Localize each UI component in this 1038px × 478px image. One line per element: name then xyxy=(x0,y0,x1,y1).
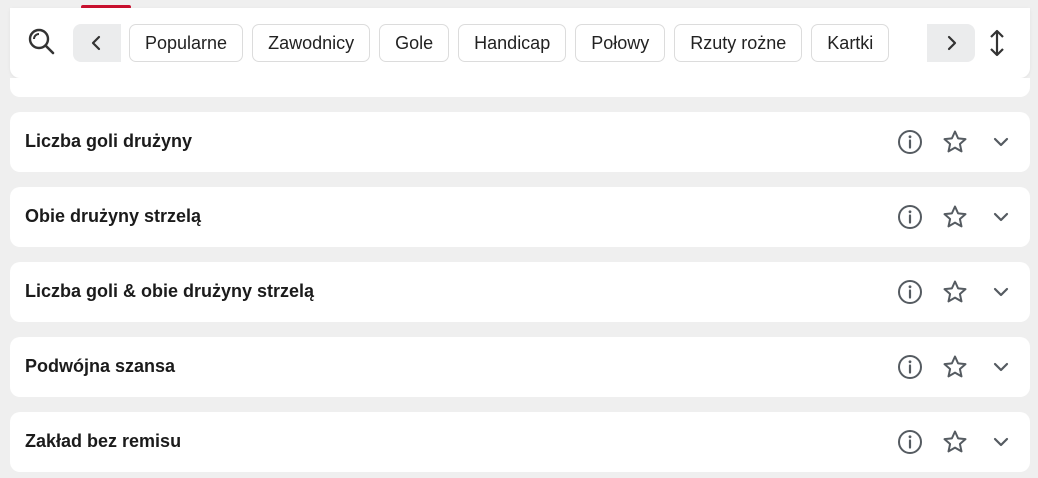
filter-chip[interactable]: Kartki xyxy=(811,24,890,62)
chevron-down-icon[interactable] xyxy=(988,354,1014,380)
market-row[interactable]: Zakład bez remisu xyxy=(10,412,1030,472)
star-icon[interactable] xyxy=(942,429,968,455)
chevron-left-icon xyxy=(91,35,101,51)
filter-chip[interactable]: Handicap xyxy=(458,24,567,62)
market-title: Zakład bez remisu xyxy=(25,431,182,451)
market-row[interactable]: Obie drużyny strzelą xyxy=(10,187,1030,247)
market-title: Liczba goli drużyny xyxy=(25,131,193,151)
search-button[interactable] xyxy=(26,24,56,58)
filter-chip[interactable]: Połowy xyxy=(575,24,666,62)
chevron-down-icon[interactable] xyxy=(988,204,1014,230)
chips-scroll-left-button[interactable] xyxy=(73,24,121,62)
filter-chip[interactable]: Zawodnicy xyxy=(252,24,371,62)
market-row[interactable]: Podwójna szansa xyxy=(10,337,1030,397)
search-icon xyxy=(28,28,55,55)
star-icon[interactable] xyxy=(942,204,968,230)
market-filter-bar: Popularne Zawodnicy Gole Handicap Połowy Rzut… xyxy=(10,8,1030,78)
filter-chips: Popularne Zawodnicy Gole Handicap Połowy Rzut… xyxy=(129,24,927,62)
info-icon[interactable] xyxy=(897,129,923,155)
info-icon[interactable] xyxy=(897,429,923,455)
chevron-down-icon[interactable] xyxy=(988,429,1014,455)
filter-chip[interactable]: Gole xyxy=(379,24,450,62)
star-icon[interactable] xyxy=(942,129,968,155)
filter-chip[interactable]: Popularne xyxy=(129,24,244,62)
collapsed-market-edge xyxy=(10,78,1030,97)
top-strip xyxy=(0,0,1038,8)
market-title: Liczba goli & obie drużyny strzelą xyxy=(25,281,315,301)
info-icon[interactable] xyxy=(897,354,923,380)
star-icon[interactable] xyxy=(942,279,968,305)
info-icon[interactable] xyxy=(897,279,923,305)
market-row[interactable]: Liczba goli & obie drużyny strzelą xyxy=(10,262,1030,322)
chevron-down-icon[interactable] xyxy=(988,129,1014,155)
market-row[interactable]: Liczba goli drużyny xyxy=(10,112,1030,172)
filter-chip[interactable]: Rzuty rożne xyxy=(674,24,803,62)
chevron-right-icon xyxy=(947,35,957,51)
chevron-down-icon[interactable] xyxy=(988,279,1014,305)
expand-collapse-all-button[interactable] xyxy=(985,26,1009,60)
sort-vertical-icon xyxy=(990,29,1004,57)
star-icon[interactable] xyxy=(942,354,968,380)
market-title: Podwójna szansa xyxy=(25,356,176,376)
filter-chips-track: Popularne Zawodnicy Gole Handicap Połowy Rzut… xyxy=(129,24,927,64)
info-icon[interactable] xyxy=(897,204,923,230)
chips-scroll-right-button[interactable] xyxy=(927,24,975,62)
market-title: Obie drużyny strzelą xyxy=(25,206,202,226)
